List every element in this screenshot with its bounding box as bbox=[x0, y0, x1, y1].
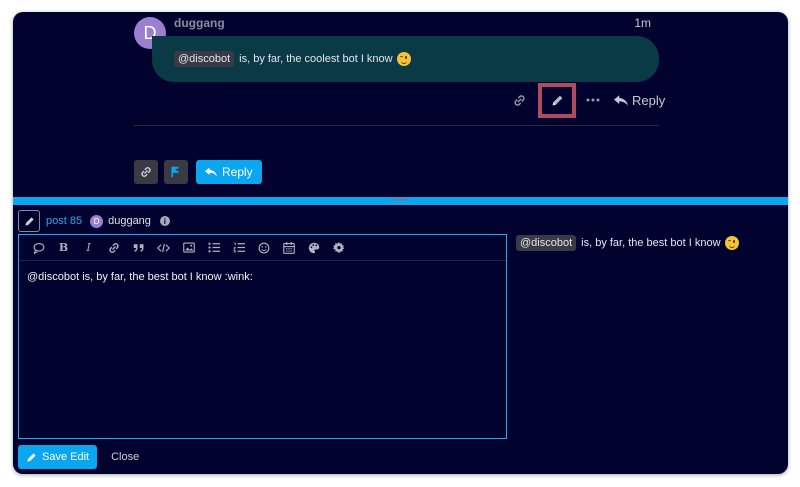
ellipsis-icon[interactable] bbox=[582, 89, 604, 111]
app-window: D duggang 1m @discobot is, by far, the c… bbox=[13, 12, 788, 474]
pencil-icon bbox=[552, 95, 562, 105]
preview-mention-chip[interactable]: @discobot bbox=[516, 235, 577, 251]
composer-preview: @discobot is, by far, the best bot I kno… bbox=[516, 235, 739, 251]
calendar-icon[interactable] bbox=[276, 235, 301, 260]
reply-arrow-icon bbox=[614, 94, 628, 106]
edit-button-highlight[interactable] bbox=[538, 82, 576, 118]
quote-icon[interactable] bbox=[126, 235, 151, 260]
pencil-icon bbox=[24, 216, 34, 226]
composer-username: duggang bbox=[108, 215, 151, 227]
save-edit-label: Save Edit bbox=[42, 451, 90, 463]
topic-reply-button[interactable]: Reply bbox=[196, 160, 262, 184]
post-actions: Reply bbox=[508, 82, 665, 118]
code-icon[interactable] bbox=[151, 235, 176, 260]
composer-action-button[interactable] bbox=[18, 210, 40, 232]
composer-avatar: D bbox=[90, 214, 104, 228]
emoji-icon[interactable] bbox=[251, 235, 276, 260]
preview-text: is, by far, the best bot I know bbox=[581, 237, 721, 249]
bold-icon[interactable]: B bbox=[51, 235, 76, 260]
composer-resize-bar[interactable] bbox=[13, 197, 788, 205]
grip-handle[interactable] bbox=[391, 199, 409, 201]
pencil-icon bbox=[27, 452, 36, 462]
post-divider bbox=[134, 125, 659, 126]
topic-reply-label: Reply bbox=[222, 165, 253, 179]
palette-icon[interactable] bbox=[301, 235, 326, 260]
post-reply-label: Reply bbox=[632, 92, 666, 108]
italic-icon[interactable]: I bbox=[76, 235, 101, 260]
post-text: is, by far, the coolest bot I know bbox=[239, 53, 393, 65]
post-timestamp[interactable]: 1m bbox=[634, 16, 651, 30]
wink-emoji-icon bbox=[396, 52, 411, 66]
save-edit-button[interactable]: Save Edit bbox=[18, 445, 98, 469]
flag-icon bbox=[171, 166, 179, 178]
composer-footer: Save Edit Close bbox=[18, 445, 139, 469]
post-reference-link[interactable]: post 85 bbox=[46, 215, 82, 227]
post-bubble: @discobot is, by far, the coolest bot I … bbox=[152, 36, 659, 82]
post-reply-button[interactable]: Reply bbox=[614, 93, 665, 108]
gear-icon[interactable] bbox=[326, 235, 351, 260]
link-icon bbox=[141, 167, 151, 177]
bullet-list-icon[interactable] bbox=[201, 235, 226, 260]
image-icon[interactable] bbox=[176, 235, 201, 260]
close-button[interactable]: Close bbox=[111, 451, 139, 463]
flag-button[interactable] bbox=[164, 160, 188, 184]
composer-header: post 85 D duggang i bbox=[18, 210, 170, 232]
numbered-list-icon[interactable] bbox=[226, 235, 251, 260]
link-icon[interactable] bbox=[508, 89, 530, 111]
editor-toolbar: B I bbox=[19, 235, 506, 261]
reply-arrow-icon bbox=[205, 167, 217, 177]
hyperlink-icon[interactable] bbox=[101, 235, 126, 260]
wink-emoji-icon bbox=[724, 236, 739, 250]
topic-footer-buttons: Reply bbox=[134, 160, 262, 184]
info-icon[interactable]: i bbox=[159, 216, 170, 226]
mention-chip[interactable]: @discobot bbox=[174, 51, 235, 67]
share-link-button[interactable] bbox=[134, 160, 158, 184]
speech-bubble-icon[interactable] bbox=[26, 235, 51, 260]
editor-textarea[interactable]: @discobot is, by far, the best bot I kno… bbox=[19, 261, 506, 293]
post-username[interactable]: duggang bbox=[174, 16, 225, 30]
composer-editor: B I @discobot is, by far, the best bot I… bbox=[18, 234, 507, 439]
